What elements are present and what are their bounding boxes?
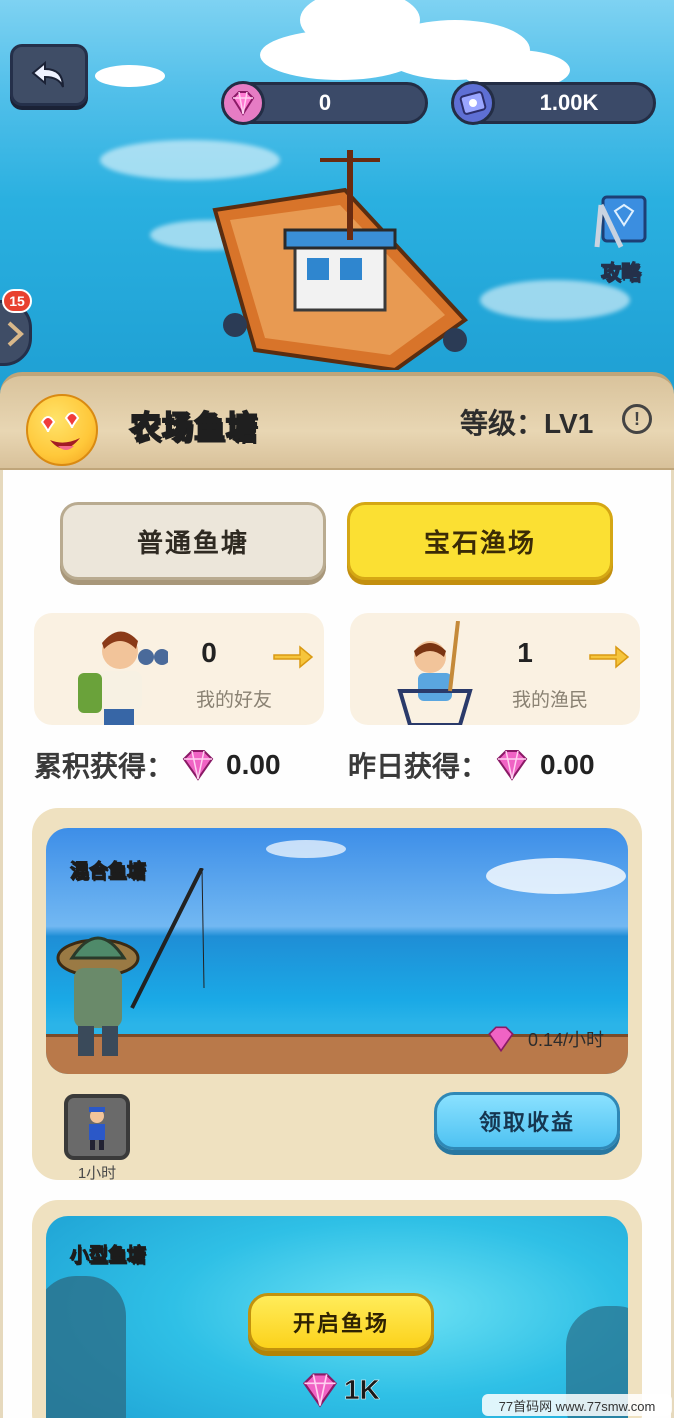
- gem-icon: [221, 81, 265, 125]
- friends-label: 我的好友: [195, 690, 272, 711]
- pond-name: 混合鱼塘: [69, 861, 147, 883]
- tab-gem-fishery[interactable]: 宝石渔场: [347, 502, 613, 580]
- watermark: 77首码网 www.77smw.com: [482, 1394, 672, 1416]
- info-icon[interactable]: !: [622, 404, 652, 434]
- guide-label: 攻略: [601, 262, 642, 285]
- water-wake: [480, 280, 630, 320]
- cloud: [266, 840, 346, 858]
- cloud: [486, 858, 626, 894]
- unlock-cost-value: 1K: [344, 1374, 380, 1406]
- fisherman-illustration: [56, 868, 205, 1056]
- pond-rate: 0.14/小时: [486, 1024, 604, 1054]
- info-glyph: !: [634, 408, 640, 429]
- friends-card[interactable]: 0 我的好友: [34, 613, 324, 725]
- unlock-cost: 1K: [300, 1370, 380, 1410]
- tab-normal-pond[interactable]: 普通鱼塘: [60, 502, 326, 580]
- arrow-right-icon: [273, 645, 314, 669]
- chevron-right-icon: [7, 321, 24, 347]
- ticket-icon: [451, 81, 495, 125]
- gem-icon: [302, 1373, 338, 1408]
- guide-button[interactable]: 攻略: [588, 195, 654, 285]
- cloud: [95, 65, 165, 87]
- gem-icon: [488, 1026, 514, 1053]
- farm-title: 农场鱼塘: [129, 409, 258, 446]
- coral-rock: [46, 1276, 126, 1418]
- gem-balance-value: 0: [318, 90, 332, 115]
- fishers-card[interactable]: 1 我的渔民: [350, 613, 640, 725]
- fisher-boy-icon: [397, 621, 473, 725]
- arrow-right-icon: [589, 645, 630, 669]
- back-arrow-icon: [31, 60, 64, 88]
- open-fishery-button[interactable]: 开启鱼场: [248, 1293, 434, 1351]
- total-earnings-label: 累积获得：: [34, 751, 175, 782]
- total-earnings: 累积获得： 0.00: [34, 745, 281, 785]
- boat-scene: 0 1.00K 攻略 15: [0, 0, 674, 400]
- fishing-boat-illustration: [212, 150, 469, 370]
- back-button[interactable]: [10, 44, 88, 106]
- total-earnings-value: 0.00: [226, 749, 281, 780]
- blueprint-compass-icon: [594, 195, 647, 249]
- yesterday-earnings-value: 0.00: [540, 749, 595, 780]
- pond-name: 小型鱼塘: [69, 1245, 147, 1267]
- gem-icon: [496, 750, 528, 781]
- header-banner: 农场鱼塘 等级：LV1 !: [0, 372, 674, 472]
- yesterday-earnings: 昨日获得： 0.00: [348, 745, 595, 785]
- fishers-label: 我的渔民: [511, 690, 588, 711]
- fishers-count: 1: [517, 637, 533, 668]
- friends-count: 0: [201, 637, 217, 668]
- worker-figure-icon: [89, 1107, 105, 1150]
- yesterday-earnings-label: 昨日获得：: [348, 751, 489, 782]
- worker-duration: 1小时: [77, 1165, 117, 1182]
- pond-rate-value: 0.14/小时: [527, 1030, 604, 1050]
- heart-eyes-emoji-icon: [26, 394, 98, 466]
- mixed-pond-image: 混合鱼塘 0.14/小时: [46, 828, 628, 1074]
- gem-balance: 0: [221, 81, 428, 125]
- ticket-balance-value: 1.00K: [539, 90, 599, 115]
- gem-icon: [182, 750, 214, 781]
- ticket-balance: 1.00K: [451, 81, 656, 125]
- worker-slot[interactable]: [64, 1094, 130, 1160]
- level-label: 等级：LV1: [460, 408, 594, 439]
- explorer-boy-icon: [78, 631, 168, 725]
- notification-badge: 15: [2, 289, 32, 313]
- collect-earnings-button[interactable]: 领取收益: [434, 1092, 620, 1150]
